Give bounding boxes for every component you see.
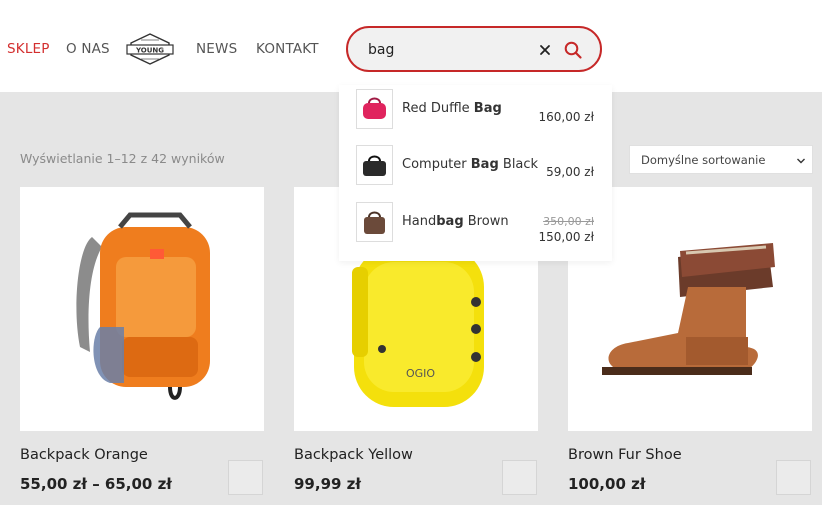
sort-select[interactable]: Domyślne sortowanie [629, 145, 813, 174]
add-to-cart-button[interactable] [228, 460, 263, 495]
product-thumbnail [356, 145, 393, 185]
nav-item-kontakt[interactable]: KONTAKT [256, 41, 319, 57]
suggestion-name: Red Duffle Bag [402, 101, 502, 116]
product-thumbnail [356, 202, 393, 242]
nav-item-news[interactable]: NEWS [196, 41, 237, 57]
suggestion-item[interactable]: Handbag Brown 350,00 zł 150,00 zł [339, 198, 612, 250]
results-count: Wyświetlanie 1–12 z 42 wyników [20, 151, 225, 166]
sort-selected-label: Domyślne sortowanie [641, 153, 766, 167]
product-name[interactable]: Brown Fur Shoe [568, 447, 682, 463]
suggestion-item[interactable]: Computer Bag Black 59,00 zł [339, 141, 612, 193]
suggestion-old-price: 350,00 zł [543, 215, 594, 228]
add-to-cart-button[interactable] [776, 460, 811, 495]
nav-item-sklep[interactable]: SKLEP [7, 41, 50, 57]
site-header: SKLEP O NAS YOUNG NEWS KONTAKT [0, 0, 822, 92]
chevron-down-icon [796, 155, 806, 165]
suggestion-price: 160,00 zł [538, 110, 594, 124]
suggestion-item[interactable]: Red Duffle Bag 160,00 zł [339, 85, 612, 137]
search-box [346, 26, 602, 72]
svg-text:OGIO: OGIO [406, 367, 435, 380]
product-image-backpack-orange[interactable] [20, 187, 264, 431]
product-price: 99,99 zł [294, 475, 361, 493]
site-logo[interactable]: YOUNG [125, 31, 175, 67]
suggestion-price: 150,00 zł [538, 230, 594, 244]
product-name[interactable]: Backpack Yellow [294, 447, 413, 463]
product-price: 55,00 zł – 65,00 zł [20, 475, 172, 493]
nav-item-o-nas[interactable]: O NAS [66, 41, 110, 57]
product-thumbnail [356, 89, 393, 129]
search-icon[interactable] [563, 40, 583, 60]
product-price: 100,00 zł [568, 475, 646, 493]
add-to-cart-button[interactable] [502, 460, 537, 495]
search-input[interactable] [368, 39, 518, 61]
search-suggestions: Red Duffle Bag 160,00 zł Computer Bag Bl… [339, 85, 612, 261]
suggestion-name: Handbag Brown [402, 214, 509, 229]
close-icon[interactable] [536, 41, 554, 59]
logo-text: YOUNG [135, 47, 164, 55]
suggestion-price: 59,00 zł [546, 165, 594, 179]
product-name[interactable]: Backpack Orange [20, 447, 148, 463]
suggestion-name: Computer Bag Black [402, 157, 539, 172]
